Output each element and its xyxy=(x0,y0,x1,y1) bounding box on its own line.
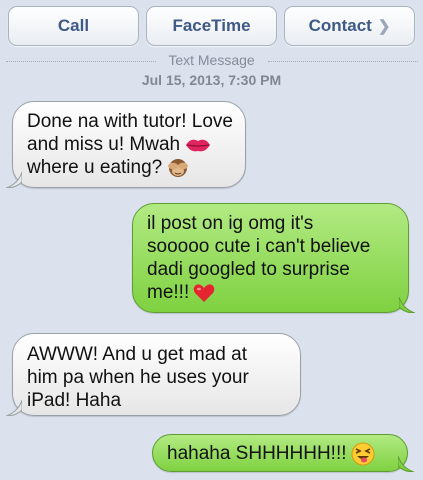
contact-button[interactable]: Contact ❯ xyxy=(284,6,415,46)
bubble-tail xyxy=(399,297,415,313)
message-line: hahaha SHHHHHH!!! xyxy=(167,443,347,465)
bubble-tail xyxy=(398,456,414,472)
message-line: AWWW! And u get mad at xyxy=(27,344,247,365)
chevron-right-icon: ❯ xyxy=(377,18,391,35)
bubble-tail xyxy=(6,172,22,188)
toolbar: Call FaceTime Contact ❯ xyxy=(0,0,423,52)
call-button[interactable]: Call xyxy=(8,6,139,46)
facetime-button-label: FaceTime xyxy=(172,16,251,35)
message-line: him pa when he uses your xyxy=(27,367,249,388)
red-heart-emoji xyxy=(193,284,215,302)
message-line: dadi googled to surprise xyxy=(147,259,350,280)
message-line: Done na with tutor! Love xyxy=(27,111,233,132)
message-line: and miss u! Mwah xyxy=(27,134,181,155)
message-line: iPad! Haha xyxy=(27,390,122,411)
message-bubble-incoming[interactable]: Done na with tutor! Love and miss u! Mwa… xyxy=(6,101,246,188)
message-line: il post on ig omg it's xyxy=(147,213,314,234)
message-line: sooooo cute i can't believe xyxy=(147,236,371,257)
message-line-with-emoji: where u eating? xyxy=(27,156,235,179)
thread-timestamp: Jul 15, 2013, 7:30 PM xyxy=(141,72,282,88)
message-line: me!!! xyxy=(147,282,190,303)
message-bubble-incoming[interactable]: AWWW! And u get mad at him pa when he us… xyxy=(6,333,301,416)
contact-button-label: Contact xyxy=(308,16,372,35)
call-button-label: Call xyxy=(57,16,90,35)
message-bubble-outgoing[interactable]: hahaha SHHHHHH!!! xyxy=(152,434,414,472)
message-line-with-emoji: me!!! xyxy=(147,281,396,304)
facetime-button[interactable]: FaceTime xyxy=(146,6,277,46)
bubble-tail xyxy=(6,400,22,416)
squinting-tongue-emoji xyxy=(351,442,375,466)
thread-label: Text Message xyxy=(168,52,255,68)
see-no-evil-monkey-emoji xyxy=(168,158,189,177)
kiss-lips-emoji xyxy=(186,139,211,152)
message-line: where u eating? xyxy=(27,157,163,178)
message-line-with-emoji: and miss u! Mwah xyxy=(27,133,235,156)
message-bubble-outgoing[interactable]: il post on ig omg it's sooooo cute i can… xyxy=(132,203,415,313)
